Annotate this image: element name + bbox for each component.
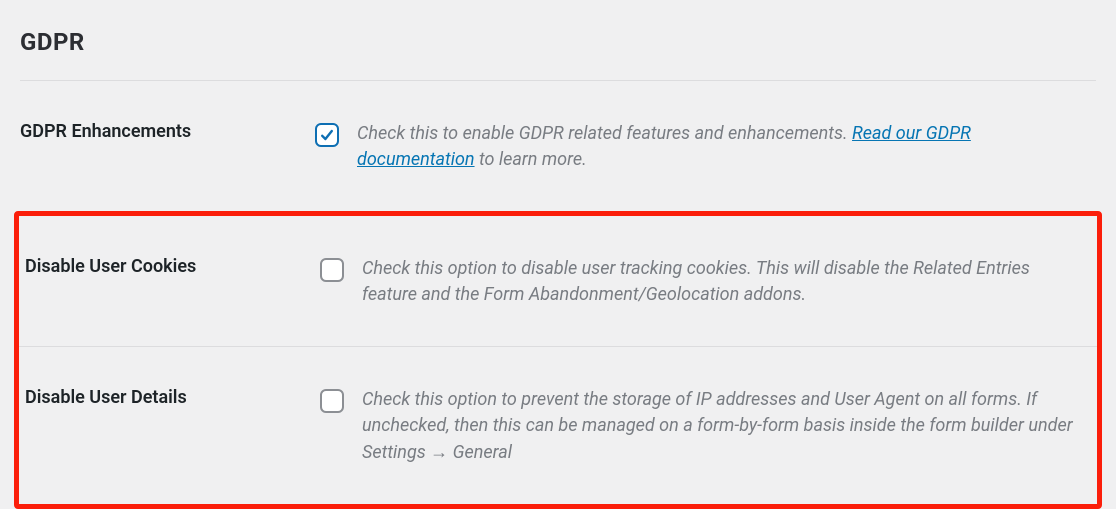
desc-gdpr-enhancements: Check this to enable GDPR related featur… (357, 121, 1096, 173)
desc-text-before: Check this to enable GDPR related featur… (357, 123, 852, 144)
row-disable-user-details: Disable User Details Check this option t… (19, 346, 1097, 503)
checkbox-wrapper (315, 121, 357, 147)
label-disable-user-details: Disable User Details (25, 387, 320, 408)
desc-text-after: to learn more. (475, 149, 587, 170)
section-title: GDPR (20, 28, 1096, 56)
label-gdpr-enhancements: GDPR Enhancements (20, 121, 315, 142)
checkbox-wrapper (320, 256, 362, 282)
row-disable-user-cookies: Disable User Cookies Check this option t… (19, 216, 1097, 346)
desc-disable-user-cookies: Check this option to disable user tracki… (362, 256, 1091, 308)
checkbox-gdpr-enhancements[interactable] (315, 123, 339, 147)
row-gdpr-enhancements: GDPR Enhancements Check this to enable G… (20, 80, 1096, 211)
checkbox-disable-user-cookies[interactable] (320, 258, 344, 282)
label-disable-user-cookies: Disable User Cookies (25, 256, 320, 277)
checkbox-wrapper (320, 387, 362, 413)
check-icon (319, 127, 335, 143)
highlight-box: Disable User Cookies Check this option t… (14, 211, 1102, 508)
desc-disable-user-details: Check this option to prevent the storage… (362, 387, 1091, 465)
checkbox-disable-user-details[interactable] (320, 389, 344, 413)
